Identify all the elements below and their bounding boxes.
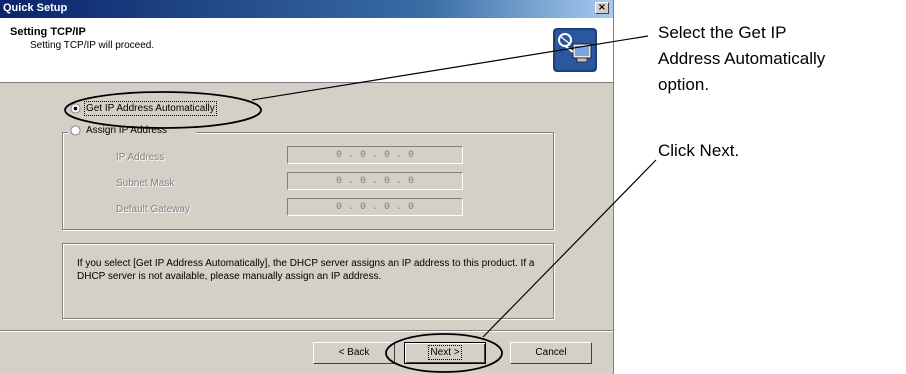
select-annotation-line2: Address Automatically bbox=[658, 49, 826, 68]
next-annotation: Click Next. bbox=[658, 141, 740, 160]
next-highlight-ellipse bbox=[385, 333, 503, 373]
select-callout-line bbox=[251, 35, 649, 101]
select-annotation-line1: Select the Get IP bbox=[658, 23, 787, 42]
next-callout-line bbox=[482, 159, 657, 338]
select-annotation-line3: option. bbox=[658, 75, 710, 94]
auto-ip-highlight-ellipse bbox=[64, 91, 262, 129]
